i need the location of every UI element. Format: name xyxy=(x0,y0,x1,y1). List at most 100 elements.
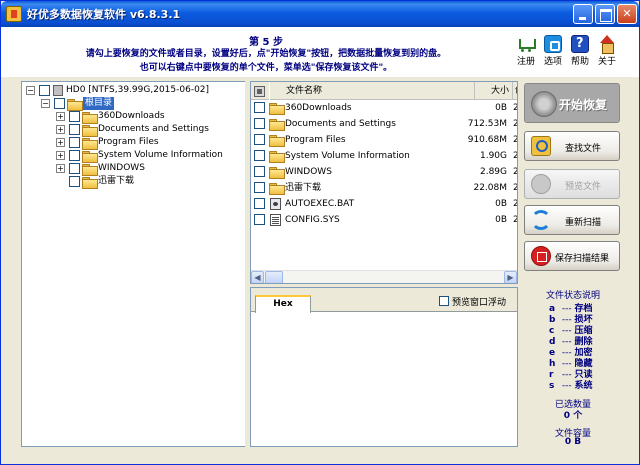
options-button[interactable]: 选项 xyxy=(540,35,566,67)
table-row[interactable]: CONFIG.SYS 0B 2 xyxy=(251,212,517,228)
preview-panel: Hex 预览窗口浮动 xyxy=(250,287,518,447)
folder-icon xyxy=(82,111,98,124)
directory-tree[interactable]: − HD0 [NTFS,39.99G,2015-06-02] − 根目录 + 3… xyxy=(21,81,247,447)
cart-icon xyxy=(517,35,536,53)
splitter[interactable] xyxy=(245,81,249,447)
collapse-toggle[interactable]: − xyxy=(41,99,50,108)
expand-toggle[interactable]: + xyxy=(56,112,65,121)
minimize-button[interactable] xyxy=(573,4,593,24)
file-name: Program Files xyxy=(285,135,346,145)
rescan-button[interactable]: 重新扫描 xyxy=(524,205,620,235)
file-list[interactable]: 文件名称 大小 创 360Downloads 0B 2 Documents an… xyxy=(250,81,518,284)
close-button[interactable]: ✕ xyxy=(617,4,637,24)
column-header-name[interactable]: 文件名称 xyxy=(269,82,475,100)
file-capacity-value: 0 B xyxy=(564,437,582,447)
scroll-thumb[interactable] xyxy=(265,271,283,283)
tree-node-windows[interactable]: + WINDOWS xyxy=(24,162,244,176)
about-button[interactable]: 关于 xyxy=(594,35,620,67)
preview-toolbar: Hex 预览窗口浮动 xyxy=(251,288,517,313)
instruction-line-2: 也可以右键点中要恢复的单个文件，菜单选"保存恢复该文件"。 xyxy=(139,63,393,73)
folder-icon xyxy=(269,102,285,115)
row-checkbox[interactable] xyxy=(254,214,265,225)
drive-checkbox[interactable] xyxy=(39,85,50,96)
root-checkbox[interactable] xyxy=(54,98,65,109)
tab-hex[interactable]: Hex xyxy=(255,295,311,313)
status-legend-title: 文件状态说明 xyxy=(545,291,600,301)
table-row[interactable]: System Volume Information 1.90G 2 xyxy=(251,148,517,164)
table-row[interactable]: 360Downloads 0B 2 xyxy=(251,100,517,116)
folder-checkbox[interactable] xyxy=(69,176,80,187)
file-name: CONFIG.SYS xyxy=(285,215,340,225)
status-legend-item: h --- 隐藏 xyxy=(549,359,593,369)
register-button[interactable]: 注册 xyxy=(513,35,539,67)
collapse-toggle[interactable]: − xyxy=(26,86,35,95)
preview-file-button[interactable]: 预览文件 xyxy=(524,169,620,199)
folder-checkbox[interactable] xyxy=(69,163,80,174)
folder-checkbox[interactable] xyxy=(69,124,80,135)
row-checkbox[interactable] xyxy=(254,198,265,209)
expand-toggle[interactable]: + xyxy=(56,151,65,160)
root-label: 根目录 xyxy=(83,97,115,110)
save-icon xyxy=(531,246,551,266)
help-label: 帮助 xyxy=(570,57,589,67)
row-checkbox[interactable] xyxy=(254,182,265,193)
table-row[interactable]: AUTOEXEC.BAT 0B 2 xyxy=(251,196,517,212)
help-button[interactable]: 帮助 xyxy=(567,35,593,67)
title-bar[interactable]: 好优多数据恢复软件 v6.8.3.1 ✕ xyxy=(1,1,639,27)
app-icon xyxy=(6,6,22,22)
tree-node-system-volume[interactable]: + System Volume Information xyxy=(24,149,244,163)
row-checkbox[interactable] xyxy=(254,118,265,129)
scroll-right-arrow-icon[interactable]: ▶ xyxy=(504,271,517,283)
expand-toggle[interactable]: + xyxy=(56,125,65,134)
tree-node-drive[interactable]: − HD0 [NTFS,39.99G,2015-06-02] xyxy=(24,84,244,97)
about-label: 关于 xyxy=(597,57,616,67)
file-attr: 2 xyxy=(513,212,517,228)
main-window: 好优多数据恢复软件 v6.8.3.1 ✕ 第 5 步 请勾上要恢复的文件或者目录… xyxy=(0,0,640,465)
file-size: 0B xyxy=(495,199,507,209)
status-legend-item: d --- 删除 xyxy=(549,337,593,347)
batch-file-icon xyxy=(270,198,281,210)
tree-node-360downloads[interactable]: + 360Downloads xyxy=(24,110,244,124)
table-row[interactable]: Documents and Settings 712.53M 2 xyxy=(251,116,517,132)
file-attr: 2 xyxy=(513,148,517,164)
folder-checkbox[interactable] xyxy=(69,150,80,161)
find-file-button[interactable]: 查找文件 xyxy=(524,131,620,161)
status-legend-item: e --- 加密 xyxy=(549,348,593,358)
tree-node-xunlei[interactable]: 迅雷下载 xyxy=(24,175,244,189)
column-header-size[interactable]: 大小 xyxy=(475,82,513,100)
table-row[interactable]: Program Files 910.68M 2 xyxy=(251,132,517,148)
search-icon xyxy=(531,136,551,156)
save-scan-label: 保存扫描结果 xyxy=(555,254,610,264)
folder-icon xyxy=(82,176,98,189)
folder-checkbox[interactable] xyxy=(69,111,80,122)
row-checkbox[interactable] xyxy=(254,102,265,113)
start-recovery-button[interactable]: 开始恢复 xyxy=(524,83,620,123)
row-checkbox[interactable] xyxy=(254,150,265,161)
scroll-left-arrow-icon[interactable]: ◀ xyxy=(251,271,264,283)
column-header-attr[interactable]: 创 xyxy=(513,82,517,100)
tree-node-program-files[interactable]: + Program Files xyxy=(24,136,244,150)
save-scan-button[interactable]: 保存扫描结果 xyxy=(524,241,620,271)
folder-label: Documents and Settings xyxy=(98,124,209,134)
row-checkbox[interactable] xyxy=(254,134,265,145)
row-checkbox[interactable] xyxy=(254,166,265,177)
list-header: 文件名称 大小 创 xyxy=(251,82,517,100)
start-recovery-label: 开始恢复 xyxy=(559,98,608,112)
select-all-checkbox[interactable] xyxy=(254,86,265,97)
table-row[interactable]: 迅雷下载 22.08M 2 xyxy=(251,180,517,196)
instruction-line-1: 请勾上要恢复的文件或者目录，设置好后，点"开始恢复"按钮，把数据批量恢复到别的盘… xyxy=(85,49,447,59)
folder-label: WINDOWS xyxy=(98,163,145,173)
folder-checkbox[interactable] xyxy=(69,137,80,148)
maximize-button[interactable] xyxy=(595,4,615,24)
horizontal-scrollbar[interactable]: ◀ ▶ xyxy=(251,270,517,283)
tree-node-root[interactable]: − 根目录 xyxy=(24,97,244,111)
tree-node-documents[interactable]: + Documents and Settings xyxy=(24,123,244,137)
window-title: 好优多数据恢复软件 v6.8.3.1 xyxy=(27,8,181,21)
status-legend-item: b --- 损坏 xyxy=(549,315,593,325)
expand-toggle[interactable]: + xyxy=(56,138,65,147)
expand-toggle[interactable]: + xyxy=(56,164,65,173)
float-preview-label[interactable]: 预览窗口浮动 xyxy=(452,295,506,308)
float-preview-checkbox[interactable] xyxy=(439,296,449,306)
table-row[interactable]: WINDOWS 2.89G 2 xyxy=(251,164,517,180)
rescan-label: 重新扫描 xyxy=(565,218,602,228)
